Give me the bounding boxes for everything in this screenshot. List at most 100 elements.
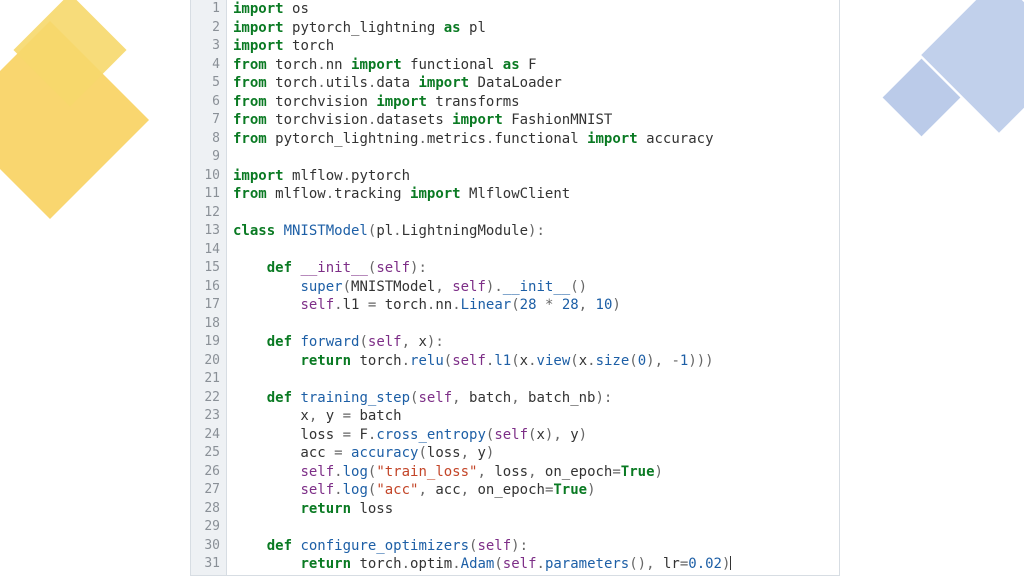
code-token: ) xyxy=(655,464,663,480)
code-token xyxy=(233,538,267,554)
line-number: 21 xyxy=(191,370,226,389)
line-number: 3 xyxy=(191,37,226,56)
code-line[interactable]: acc = accuracy(loss, y) xyxy=(233,444,839,463)
code-token: os xyxy=(292,1,309,17)
code-line[interactable]: self.l1 = torch.nn.Linear(28 * 28, 10) xyxy=(233,296,839,315)
code-line[interactable]: from torch.nn import functional as F xyxy=(233,56,839,75)
code-line[interactable]: import pytorch_lightning as pl xyxy=(233,19,839,38)
code-line[interactable]: def forward(self, x): xyxy=(233,333,839,352)
code-token: , xyxy=(418,482,435,498)
code-line[interactable]: self.log("train_loss", loss, on_epoch=Tr… xyxy=(233,463,839,482)
code-line[interactable]: super(MNISTModel, self).__init__() xyxy=(233,278,839,297)
code-token: , xyxy=(511,390,528,406)
code-line[interactable]: import torch xyxy=(233,37,839,56)
code-line[interactable]: self.log("acc", acc, on_epoch=True) xyxy=(233,481,839,500)
line-number: 24 xyxy=(191,426,226,445)
code-token: F xyxy=(359,427,367,443)
code-token: ): xyxy=(595,390,612,406)
code-token: ( xyxy=(570,353,578,369)
code-line[interactable]: class MNISTModel(pl.LightningModule): xyxy=(233,222,839,241)
code-line[interactable]: return torch.optim.Adam(self.parameters(… xyxy=(233,555,839,574)
code-token: - xyxy=(671,353,679,369)
code-token: , xyxy=(309,408,326,424)
code-line[interactable]: x, y = batch xyxy=(233,407,839,426)
code-token: parameters xyxy=(545,556,629,572)
code-token: import xyxy=(419,75,478,91)
code-token: mlflow xyxy=(292,168,343,184)
code-token: ( xyxy=(511,297,519,313)
code-token: ( xyxy=(444,353,452,369)
code-line[interactable] xyxy=(233,518,839,537)
code-token: torch xyxy=(359,353,401,369)
code-line[interactable]: return torch.relu(self.l1(x.view(x.size(… xyxy=(233,352,839,371)
line-number: 14 xyxy=(191,241,226,260)
code-token: loss xyxy=(494,464,528,480)
code-token: import xyxy=(587,131,646,147)
code-token: return xyxy=(300,501,359,517)
line-number: 5 xyxy=(191,74,226,93)
code-token: pl xyxy=(469,20,486,36)
code-token: self xyxy=(300,464,334,480)
code-token: * xyxy=(537,297,562,313)
code-token: = xyxy=(343,427,360,443)
code-line[interactable] xyxy=(233,370,839,389)
code-line[interactable]: from mlflow.tracking import MlflowClient xyxy=(233,185,839,204)
code-editor[interactable]: 1234567891011121314151617181920212223242… xyxy=(190,0,840,576)
code-token: nn xyxy=(435,297,452,313)
code-token: self xyxy=(300,297,334,313)
code-token: super xyxy=(300,279,342,295)
line-number: 20 xyxy=(191,352,226,371)
code-token: True xyxy=(621,464,655,480)
code-token: loss xyxy=(427,445,461,461)
code-token: on_epoch xyxy=(545,464,612,480)
code-token: training_step xyxy=(300,390,410,406)
code-token xyxy=(233,353,300,369)
code-line[interactable]: return loss xyxy=(233,500,839,519)
code-token: torch xyxy=(292,38,334,54)
code-token: l1 xyxy=(494,353,511,369)
code-line[interactable]: def configure_optimizers(self): xyxy=(233,537,839,556)
code-area[interactable]: import osimport pytorch_lightning as pli… xyxy=(227,0,839,575)
code-token: x xyxy=(520,353,528,369)
code-line[interactable]: loss = F.cross_entropy(self(x), y) xyxy=(233,426,839,445)
code-token: (), xyxy=(629,556,663,572)
code-token xyxy=(233,390,267,406)
code-token: mlflow xyxy=(275,186,326,202)
code-line[interactable]: from torchvision.datasets import Fashion… xyxy=(233,111,839,130)
code-token: nn xyxy=(326,57,351,73)
code-token: ): xyxy=(528,223,545,239)
code-line[interactable] xyxy=(233,148,839,167)
code-token: , xyxy=(477,464,494,480)
code-line[interactable]: from torchvision import transforms xyxy=(233,93,839,112)
code-token: import xyxy=(233,20,292,36)
code-token: __init__ xyxy=(300,260,367,276)
line-number: 9 xyxy=(191,148,226,167)
line-number: 16 xyxy=(191,278,226,297)
code-token: . xyxy=(402,556,410,572)
code-token: lr xyxy=(663,556,680,572)
code-token: self xyxy=(503,556,537,572)
code-token: . xyxy=(452,556,460,572)
code-token: accuracy xyxy=(351,445,418,461)
code-line[interactable]: import mlflow.pytorch xyxy=(233,167,839,186)
code-line[interactable]: import os xyxy=(233,0,839,19)
code-token: x xyxy=(536,427,544,443)
code-token: . xyxy=(317,75,325,91)
line-number: 17 xyxy=(191,296,226,315)
code-line[interactable] xyxy=(233,241,839,260)
code-token: accuracy xyxy=(646,131,713,147)
code-line[interactable]: def __init__(self): xyxy=(233,259,839,278)
code-token: batch xyxy=(359,408,401,424)
code-token: y xyxy=(570,427,578,443)
code-line[interactable] xyxy=(233,204,839,223)
code-token: pytorch xyxy=(351,168,410,184)
code-line[interactable] xyxy=(233,315,839,334)
code-line[interactable]: from torch.utils.data import DataLoader xyxy=(233,74,839,93)
code-token: ( xyxy=(629,353,637,369)
code-token: torch xyxy=(275,75,317,91)
code-token: torchvision xyxy=(275,112,368,128)
code-line[interactable]: from pytorch_lightning.metrics.functiona… xyxy=(233,130,839,149)
code-token xyxy=(233,501,300,517)
code-token: torch xyxy=(275,57,317,73)
code-line[interactable]: def training_step(self, batch, batch_nb)… xyxy=(233,389,839,408)
